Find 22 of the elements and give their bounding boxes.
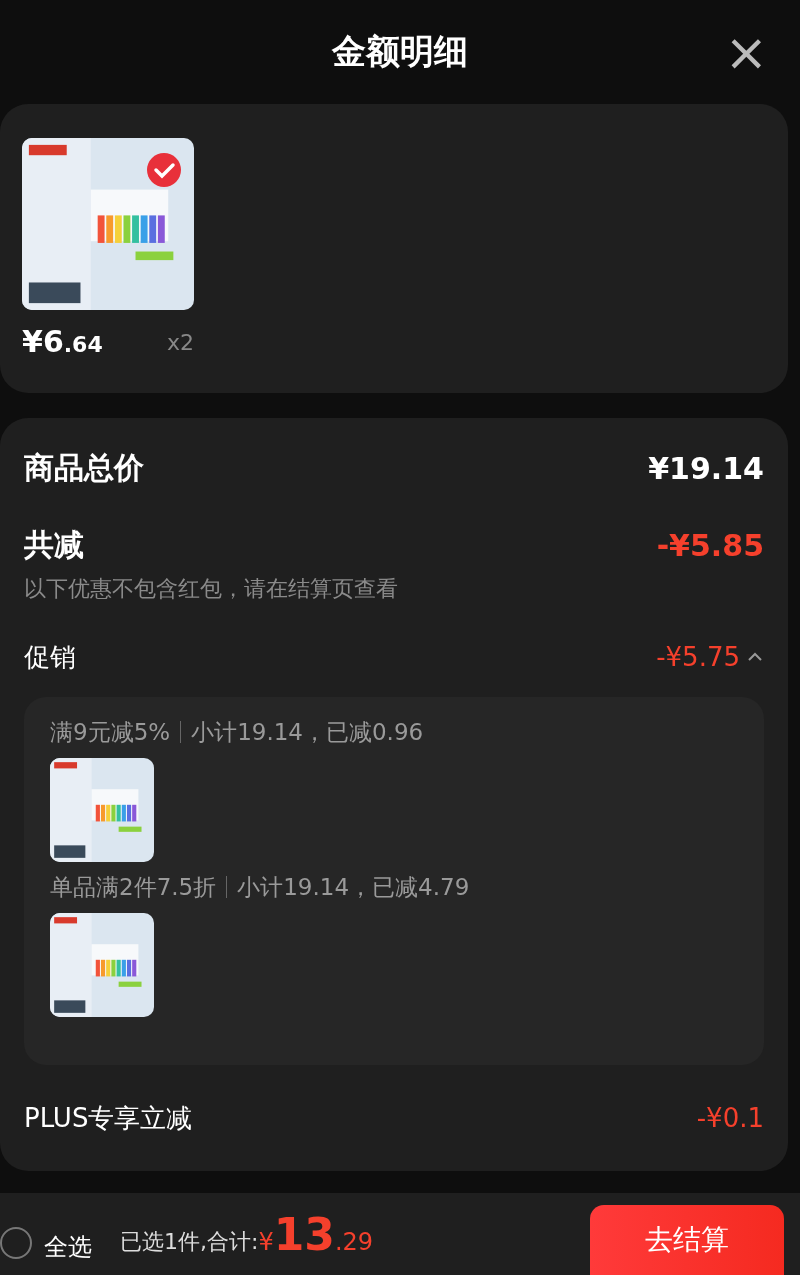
promotion-rule: 满9元减5% bbox=[50, 717, 171, 747]
checkout-button[interactable]: 去结算 bbox=[590, 1205, 784, 1275]
dialog-title: 金额明细 bbox=[332, 30, 468, 74]
quantity: x2 bbox=[166, 330, 194, 358]
product-price: ¥6.64 bbox=[22, 324, 103, 360]
promo-label: 促销 bbox=[24, 640, 76, 674]
close-button[interactable]: × bbox=[720, 26, 772, 78]
promotion-rule: 单品满2件7.5折 bbox=[50, 872, 217, 902]
total-amount: ¥13.29 bbox=[258, 1209, 374, 1260]
promotion-detail: 小计19.14，已减4.79 bbox=[237, 872, 470, 902]
promotion-detail: 小计19.14，已减0.96 bbox=[191, 717, 424, 747]
select-all-label[interactable]: 全选 bbox=[44, 1231, 92, 1263]
total-value: ¥19.14 bbox=[648, 450, 764, 486]
select-all-radio[interactable] bbox=[0, 1227, 32, 1259]
selected-summary: 已选1件,合计: bbox=[120, 1228, 259, 1256]
discount-note: 以下优惠不包含红包，请在结算页查看 bbox=[24, 574, 399, 603]
plus-value: -¥0.1 bbox=[696, 1103, 764, 1134]
promo-value: -¥5.75 bbox=[656, 642, 740, 673]
total-label: 商品总价 bbox=[24, 448, 144, 487]
discount-value: -¥5.85 bbox=[656, 527, 764, 563]
discount-label: 共减 bbox=[24, 525, 84, 564]
plus-label: PLUS专享立减 bbox=[24, 1101, 193, 1135]
